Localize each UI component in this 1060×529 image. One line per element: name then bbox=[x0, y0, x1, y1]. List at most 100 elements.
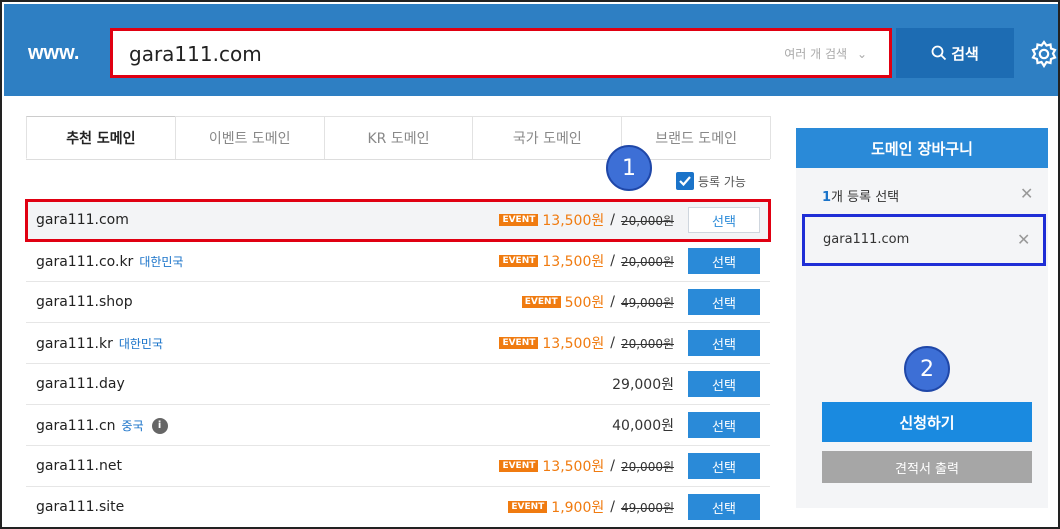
domain-name: gara111.shop bbox=[36, 294, 133, 310]
price-separator: / bbox=[610, 458, 615, 474]
domain-text: gara111.day bbox=[36, 376, 125, 392]
info-icon[interactable]: i bbox=[151, 417, 168, 434]
tab-kr[interactable]: KR 도메인 bbox=[323, 116, 474, 159]
select-button[interactable]: 선택 bbox=[688, 207, 760, 233]
gear-icon[interactable] bbox=[1030, 40, 1058, 68]
event-badge: EVENT bbox=[499, 255, 539, 267]
price-area: EVENT 13,500원 / 20,000원 bbox=[499, 251, 674, 271]
price-area: 29,000원 bbox=[612, 374, 674, 394]
sale-price: 13,500원 bbox=[542, 336, 605, 352]
domain-row: gara111.cn 중국 i 40,000원 선택 bbox=[26, 405, 770, 446]
cart-item: gara111.com ✕ bbox=[802, 214, 1046, 266]
event-badge: EVENT bbox=[521, 296, 561, 308]
select-button[interactable]: 선택 bbox=[688, 289, 760, 315]
multi-search-dropdown[interactable]: 여러 개 검색 ⌄ bbox=[784, 45, 867, 62]
print-quote-button[interactable]: 견적서 출력 bbox=[822, 451, 1032, 483]
domain-text: gara111.com bbox=[36, 212, 129, 228]
country-label: 중국 bbox=[121, 418, 144, 433]
domain-row: gara111.net EVENT 13,500원 / 20,000원 선택 bbox=[26, 446, 770, 487]
price-area: EVENT 13,500원 / 20,000원 bbox=[499, 456, 674, 476]
domain-name: gara111.net bbox=[36, 458, 122, 474]
domain-name: gara111.site bbox=[36, 499, 124, 515]
original-price: 20,000원 bbox=[620, 213, 674, 228]
event-badge: EVENT bbox=[508, 501, 548, 513]
search-box[interactable]: 여러 개 검색 ⌄ bbox=[110, 28, 892, 78]
domain-cart: 도메인 장바구니 1개 등록 선택 ✕ gara111.com ✕ 2 신청하기… bbox=[796, 128, 1048, 508]
cart-title: 도메인 장바구니 bbox=[796, 128, 1048, 168]
header-bar: www. 여러 개 검색 ⌄ 검색 bbox=[4, 4, 1058, 96]
annotation-badge-2: 2 bbox=[904, 346, 950, 392]
price-separator: / bbox=[610, 499, 615, 515]
price-separator: / bbox=[610, 294, 615, 310]
browser-frame: www. 여러 개 검색 ⌄ 검색 추천 도메인 이벤트 도메인 KR 도메인 bbox=[0, 0, 1060, 529]
price-separator: / bbox=[610, 253, 615, 269]
tab-event[interactable]: 이벤트 도메인 bbox=[174, 116, 325, 159]
price-area: EVENT 13,500원 / 20,000원 bbox=[499, 333, 674, 353]
country-label: 대한민국 bbox=[139, 254, 184, 269]
price-area: EVENT 13,500원 / 20,000원 bbox=[499, 210, 674, 230]
original-price: 20,000원 bbox=[620, 336, 674, 351]
select-button[interactable]: 선택 bbox=[688, 494, 760, 520]
event-badge: EVENT bbox=[499, 214, 539, 226]
clear-cart-close-icon[interactable]: ✕ bbox=[1020, 184, 1033, 203]
www-prefix: www. bbox=[28, 42, 80, 64]
domain-tabs: 추천 도메인 이벤트 도메인 KR 도메인 국가 도메인 브랜드 도메인 bbox=[26, 116, 771, 160]
search-input[interactable] bbox=[129, 41, 729, 67]
price-area: EVENT 1,900원 / 49,000원 bbox=[508, 497, 674, 517]
cart-count-number: 1 bbox=[822, 190, 832, 205]
select-button[interactable]: 선택 bbox=[688, 330, 760, 356]
registerable-checkbox[interactable] bbox=[676, 172, 694, 190]
cart-item-name: gara111.com bbox=[823, 232, 910, 247]
domain-row: gara111.site EVENT 1,900원 / 49,000원 선택 bbox=[26, 487, 770, 527]
domain-text: gara111.co.kr bbox=[36, 253, 134, 270]
domain-row: gara111.com EVENT 13,500원 / 20,000원 선택 bbox=[25, 199, 771, 242]
search-icon bbox=[931, 45, 947, 61]
select-button[interactable]: 선택 bbox=[688, 371, 760, 397]
sale-price: 13,500원 bbox=[542, 254, 605, 270]
remove-item-close-icon[interactable]: ✕ bbox=[1017, 230, 1030, 249]
price-area: 40,000원 bbox=[612, 415, 674, 435]
cart-count-text: 개 등록 선택 bbox=[831, 190, 900, 205]
domain-row: gara111.day 29,000원 선택 bbox=[26, 364, 770, 405]
select-button[interactable]: 선택 bbox=[688, 412, 760, 438]
domain-text: gara111.site bbox=[36, 499, 125, 515]
select-button[interactable]: 선택 bbox=[688, 248, 760, 274]
sale-price: 13,500원 bbox=[542, 459, 605, 475]
domain-text: gara111.kr bbox=[36, 335, 113, 352]
chevron-down-icon: ⌄ bbox=[856, 47, 867, 61]
price-area: EVENT 500원 / 49,000원 bbox=[521, 292, 674, 312]
domain-row: gara111.co.kr 대한민국 EVENT 13,500원 / 20,000원 선택 bbox=[26, 241, 770, 282]
tab-recommended[interactable]: 추천 도메인 bbox=[26, 116, 176, 159]
regular-price: 29,000원 bbox=[612, 377, 674, 393]
original-price: 20,000원 bbox=[620, 254, 674, 269]
domain-row: gara111.kr 대한민국 EVENT 13,500원 / 20,000원 선택 bbox=[26, 323, 770, 364]
domain-text: gara111.cn bbox=[36, 417, 116, 434]
domain-list: gara111.com EVENT 13,500원/20,000원 선택 gara111… bbox=[25, 199, 771, 527]
registerable-filter[interactable]: 등록 가능 bbox=[676, 172, 746, 190]
price-separator: / bbox=[610, 212, 615, 228]
search-button-label: 검색 bbox=[951, 44, 979, 63]
search-button[interactable]: 검색 bbox=[896, 28, 1014, 78]
regular-price: 40,000원 bbox=[612, 418, 674, 434]
event-badge: EVENT bbox=[499, 460, 539, 472]
sale-price: 13,500원 bbox=[542, 213, 605, 229]
annotation-badge-1: 1 bbox=[606, 145, 652, 191]
event-badge: EVENT bbox=[499, 337, 539, 349]
apply-button[interactable]: 신청하기 bbox=[822, 402, 1032, 442]
country-label: 대한민국 bbox=[118, 336, 164, 351]
tab-country[interactable]: 국가 도메인 bbox=[472, 116, 623, 159]
sale-price: 1,900원 bbox=[551, 500, 605, 516]
registerable-label: 등록 가능 bbox=[698, 174, 746, 189]
original-price: 49,000원 bbox=[620, 295, 674, 310]
checkmark-icon bbox=[679, 176, 691, 187]
original-price: 49,000원 bbox=[620, 500, 674, 515]
domain-name: gara111.day bbox=[36, 376, 125, 392]
original-price: 20,000원 bbox=[620, 459, 674, 474]
domain-name: gara111.cn 중국 i bbox=[36, 417, 168, 434]
domain-name: gara111.kr 대한민국 bbox=[36, 335, 163, 352]
cart-count: 1개 등록 선택 bbox=[822, 186, 899, 205]
price-separator: / bbox=[610, 335, 615, 351]
multi-search-label: 여러 개 검색 bbox=[784, 47, 848, 61]
select-button[interactable]: 선택 bbox=[688, 453, 760, 479]
domain-text: gara111.shop bbox=[36, 294, 133, 310]
